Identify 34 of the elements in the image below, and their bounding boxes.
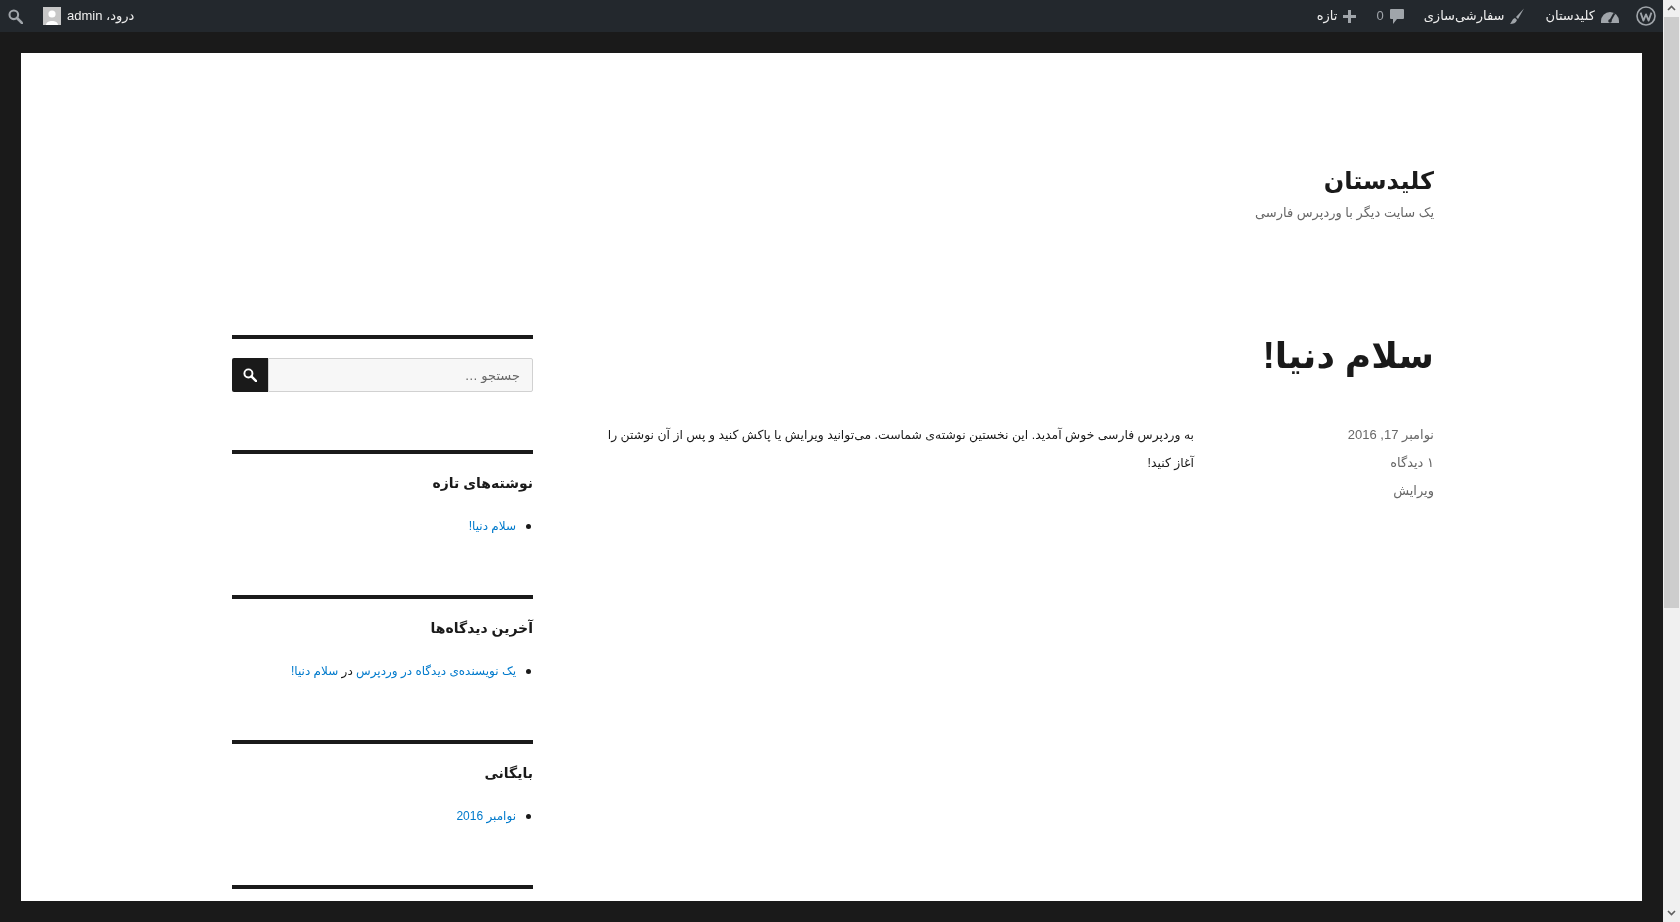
sidebar-link[interactable]: نوامبر 2016 [456, 806, 516, 826]
widget-title: آخرین دیدگاه‌ها [429, 618, 533, 638]
account-menu[interactable]: درود، admin [33, 0, 145, 32]
plus-icon [1343, 9, 1357, 23]
bullet-icon [526, 523, 531, 529]
widget-title: بایگانی [483, 764, 533, 783]
bullet-icon [526, 813, 531, 819]
bullet-icon [526, 668, 531, 674]
post-content: به وردپرس فارسی خوش آمدید. این نخستین نوشته‌ی شماست. می‌توانید ویرایش یا پاکش کنید و پس از آن نوشتن را آغاز کنید! [606, 426, 1194, 472]
post-date-link[interactable]: نوامبر 17, 2016 [1347, 421, 1434, 449]
customize-link[interactable]: سفارشی‌سازی [1413, 0, 1536, 32]
speech-bubble-icon [1389, 8, 1404, 24]
search-icon [243, 368, 257, 382]
avatar-icon [43, 7, 61, 25]
wordpress-logo-icon [1636, 6, 1656, 26]
commented-post-link[interactable]: سلام دنیا! [290, 664, 339, 678]
new-content-link[interactable]: تازه [1306, 0, 1367, 32]
gauge-icon [1601, 9, 1619, 23]
comments-count-link[interactable]: 0 [1366, 0, 1414, 32]
site-tagline: یک سایت دیگر با وردپرس فارسی [1254, 204, 1434, 223]
recent-comment-text: یک نویسنده‌ی دیدگاه در وردپرس در سلام دنیا! [290, 663, 516, 681]
site-title[interactable]: کلیدستان [1323, 167, 1434, 195]
comments-link[interactable]: ۱ دیدگاه [1390, 449, 1434, 477]
search-field[interactable]: جستجو … [268, 358, 533, 392]
post-title: سلام دنیا! [1262, 335, 1434, 377]
site-name-link[interactable]: کلیدستان [1535, 0, 1629, 32]
comment-author-link[interactable]: یک نویسنده‌ی دیدگاه در وردپرس [356, 664, 516, 678]
brush-icon [1510, 8, 1526, 24]
scrollbar[interactable] [1663, 0, 1680, 922]
sidebar-link[interactable]: سلام دنیا! [468, 516, 516, 536]
edit-link[interactable]: ویرایش [1393, 477, 1434, 505]
widget-title: نوشته‌های تازه [431, 474, 533, 493]
search-icon [8, 8, 23, 24]
search-button[interactable] [232, 358, 268, 392]
